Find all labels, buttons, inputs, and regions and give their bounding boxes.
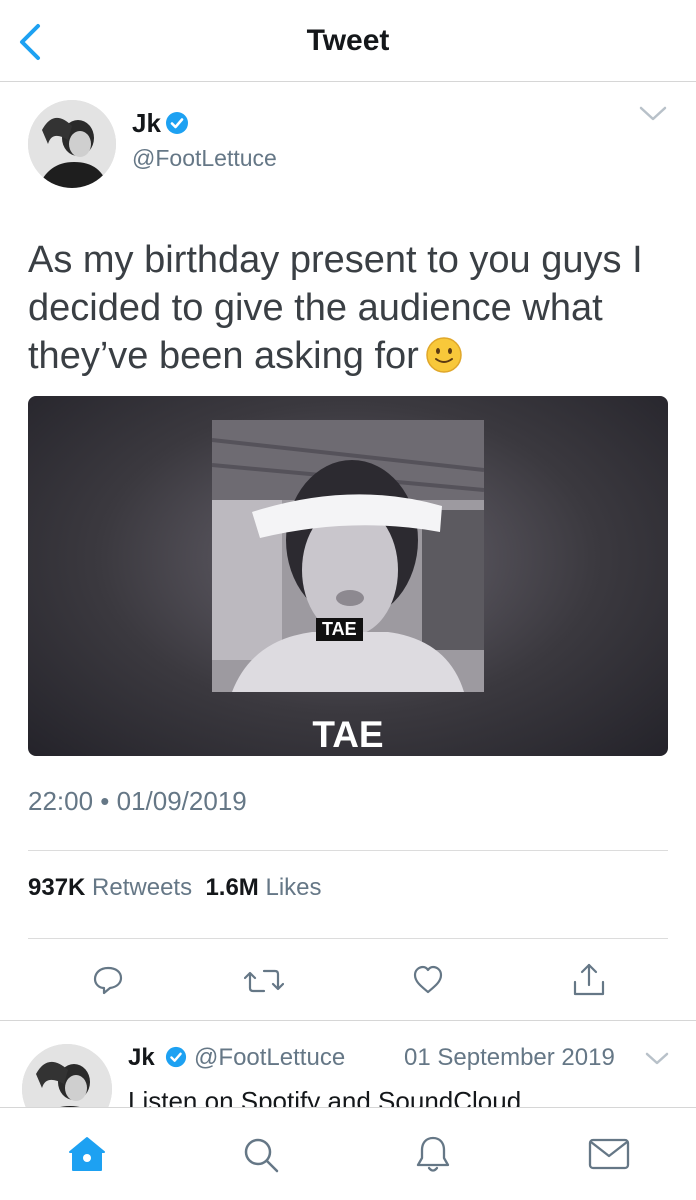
nav-bar: Tweet	[0, 0, 696, 82]
retweets-count[interactable]: 937K	[28, 874, 85, 901]
reply-author-handle[interactable]: @FootLettuce	[194, 1044, 345, 1071]
reply-date: 01 September 2019	[404, 1044, 615, 1071]
avatar[interactable]	[28, 100, 116, 188]
divider	[28, 850, 668, 851]
messages-envelope-icon[interactable]	[588, 1138, 630, 1170]
verified-badge-icon	[165, 112, 188, 134]
share-icon[interactable]	[572, 962, 606, 998]
tab-bar	[0, 1107, 696, 1200]
search-icon[interactable]	[242, 1136, 280, 1174]
reply-author-name[interactable]: Jk	[128, 1044, 155, 1071]
tweet-stats: 937K Retweets 1.6M Likes	[28, 874, 322, 902]
verified-badge-icon	[166, 1046, 187, 1068]
author-handle[interactable]: @FootLettuce	[132, 145, 277, 172]
tweet-text-content: As my birthday present to you guys I dec…	[28, 239, 643, 377]
chevron-down-icon[interactable]	[638, 104, 668, 124]
divider	[0, 1020, 696, 1021]
media-caption-small: TAE	[316, 618, 363, 641]
smiling-face-emoji-icon	[426, 337, 462, 373]
author-name[interactable]: Jk	[132, 108, 189, 139]
home-icon[interactable]	[68, 1136, 106, 1172]
reply-header: Jk @FootLettuce	[128, 1044, 345, 1072]
media-image: TAE	[212, 420, 484, 692]
reply-text: Listen on Spotify and SoundCloud	[128, 1086, 522, 1108]
chevron-down-icon[interactable]	[644, 1050, 670, 1068]
likes-label[interactable]: Likes	[265, 874, 321, 901]
tweet-media[interactable]: TAE TAE	[28, 396, 668, 756]
notifications-bell-icon[interactable]	[414, 1134, 452, 1174]
author-name-text: Jk	[132, 108, 161, 138]
media-caption-big: TAE	[312, 714, 384, 755]
reply-icon[interactable]	[92, 964, 124, 996]
tweet-text: As my birthday present to you guys I dec…	[28, 236, 668, 380]
divider	[28, 938, 668, 939]
likes-count[interactable]: 1.6M	[205, 874, 258, 901]
page-title: Tweet	[306, 24, 390, 57]
retweets-label[interactable]: Retweets	[92, 874, 192, 901]
tweet-timestamp: 22:00 • 01/09/2019	[28, 786, 247, 816]
retweet-icon[interactable]	[244, 966, 284, 996]
like-heart-icon[interactable]	[412, 964, 444, 996]
